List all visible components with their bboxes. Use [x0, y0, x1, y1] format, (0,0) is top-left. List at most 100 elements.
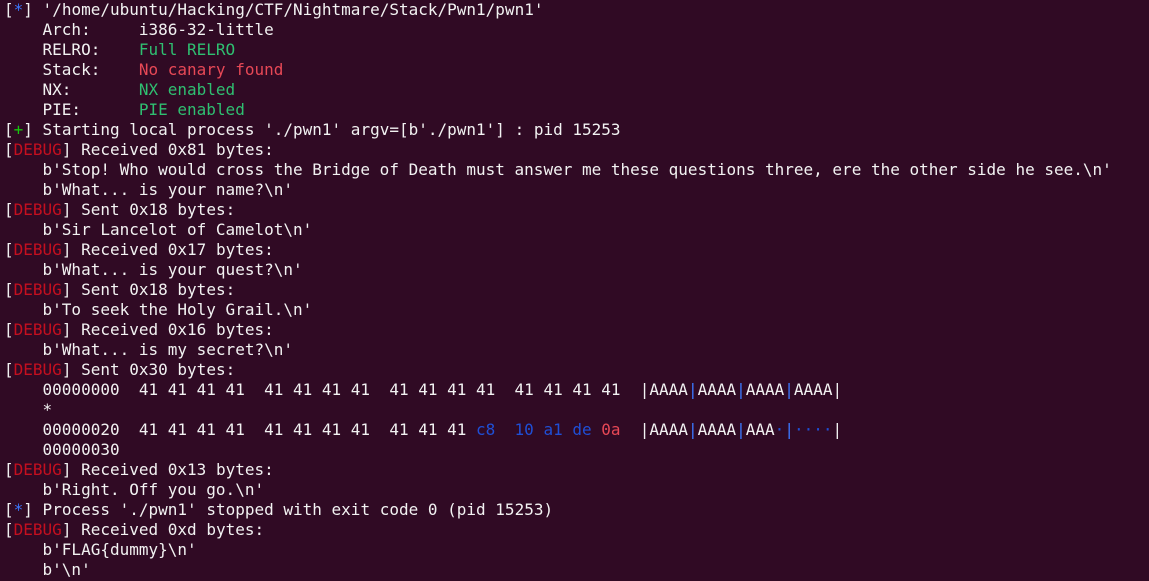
property-value: No canary found [138, 60, 284, 79]
terminal-line: 00000030 [0, 440, 1149, 460]
terminal-line: [DEBUG] Sent 0x30 bytes: [0, 360, 1149, 380]
debug-tag: DEBUG [13, 360, 62, 379]
terminal-line: [DEBUG] Received 0xd bytes: [0, 520, 1149, 540]
line-text: b'Stop! Who would cross the Bridge of De… [4, 160, 1112, 179]
property-key: RELRO: [4, 40, 139, 59]
bracket: [ [4, 520, 14, 539]
hex-ascii: ···· [793, 420, 833, 439]
property-key: PIE: [4, 100, 139, 119]
debug-tag: DEBUG [13, 200, 62, 219]
terminal-line: [DEBUG] Received 0x13 bytes: [0, 460, 1149, 480]
property-key: Arch: [4, 20, 139, 39]
terminal-line: b'Right. Off you go.\n' [0, 480, 1149, 500]
terminal-line: [DEBUG] Received 0x16 bytes: [0, 320, 1149, 340]
terminal-line: PIE: PIE enabled [0, 100, 1149, 120]
terminal-line: Arch: i386-32-little [0, 20, 1149, 40]
bracket: ] [61, 520, 72, 539]
line-text: * [4, 400, 53, 419]
bracket: ] [61, 280, 72, 299]
property-key: NX: [4, 80, 139, 99]
hex-offset: 00000000 [4, 380, 139, 399]
terminal-line: Stack: No canary found [0, 60, 1149, 80]
line-text: 00000030 [4, 440, 120, 459]
hex-ascii: AAAA [793, 380, 833, 399]
bracket: [ [4, 140, 14, 159]
hex-bar: | [639, 380, 650, 399]
bracket: ] [23, 0, 33, 19]
terminal-line: 00000000 41 41 41 41 41 41 41 41 41 41 4… [0, 380, 1149, 400]
status-marker: + [13, 120, 24, 139]
line-text: '/home/ubuntu/Hacking/CTF/Nightmare/Stac… [32, 0, 544, 19]
debug-tag: DEBUG [13, 460, 62, 479]
line-text: Received 0x13 bytes: [71, 460, 274, 479]
terminal-line: b'FLAG{dummy}\n' [0, 540, 1149, 560]
hex-bar: | [687, 420, 698, 439]
bracket: ] [61, 320, 72, 339]
line-text: Process './pwn1' stopped with exit code … [32, 500, 554, 519]
line-text: Sent 0x18 bytes: [71, 280, 236, 299]
line-text: b'What... is your quest?\n' [4, 260, 303, 279]
terminal-line: * [0, 400, 1149, 420]
hex-bar: | [639, 420, 650, 439]
bracket: [ [4, 280, 14, 299]
debug-tag: DEBUG [13, 520, 62, 539]
terminal-line: RELRO: Full RELRO [0, 40, 1149, 60]
hex-gap [621, 420, 640, 439]
bracket: ] [61, 360, 72, 379]
bracket: ] [23, 500, 33, 519]
hex-bar: | [687, 380, 698, 399]
line-text: Sent 0x30 bytes: [71, 360, 236, 379]
hex-bar: | [832, 380, 843, 399]
hex-bar: | [736, 420, 746, 439]
bracket: [ [4, 240, 14, 259]
line-text: b'Right. Off you go.\n' [4, 480, 265, 499]
property-value: PIE enabled [138, 100, 245, 119]
line-text: Received 0xd bytes: [71, 520, 265, 539]
debug-tag: DEBUG [13, 240, 62, 259]
terminal-line: NX: NX enabled [0, 80, 1149, 100]
hex-ascii: AAAA [697, 380, 737, 399]
bracket: ] [61, 200, 72, 219]
hex-ascii-dot: · [774, 420, 785, 439]
bracket: ] [23, 120, 33, 139]
debug-tag: DEBUG [13, 140, 62, 159]
line-text: b'Sir Lancelot of Camelot\n' [4, 220, 313, 239]
bracket: ] [61, 460, 72, 479]
terminal-line: [DEBUG] Received 0x81 bytes: [0, 140, 1149, 160]
line-text: Received 0x16 bytes: [71, 320, 274, 339]
bracket: [ [4, 0, 14, 19]
terminal-line: b'\n' [0, 560, 1149, 580]
terminal-line: b'Sir Lancelot of Camelot\n' [0, 220, 1149, 240]
bracket: [ [4, 500, 14, 519]
hex-offset: 00000020 [4, 420, 139, 439]
status-marker: * [13, 0, 24, 19]
line-text: b'FLAG{dummy}\n' [4, 540, 197, 559]
status-marker: * [13, 500, 24, 519]
line-text: Starting local process './pwn1' argv=[b'… [32, 120, 621, 139]
property-value: NX enabled [138, 80, 236, 99]
line-text: b'\n' [4, 560, 91, 579]
bracket: [ [4, 320, 14, 339]
line-text: b'What... is my secret?\n' [4, 340, 293, 359]
hex-bytes: 41 41 41 41 41 41 41 41 41 41 41 41 41 4… [138, 380, 640, 399]
line-text: Received 0x17 bytes: [71, 240, 274, 259]
terminal-line: b'What... is my secret?\n' [0, 340, 1149, 360]
debug-tag: DEBUG [13, 280, 62, 299]
terminal-line: [*] '/home/ubuntu/Hacking/CTF/Nightmare/… [0, 0, 1149, 20]
hex-bar: | [784, 380, 794, 399]
hex-ascii: AAA [745, 420, 775, 439]
hex-bar: | [832, 420, 843, 439]
hex-bar: | [784, 420, 794, 439]
hex-bytes-special: c8 10 a1 de [476, 420, 602, 439]
terminal-window[interactable]: [*] '/home/ubuntu/Hacking/CTF/Nightmare/… [0, 0, 1149, 581]
terminal-line: [+] Starting local process './pwn1' argv… [0, 120, 1149, 140]
hex-bytes: 41 41 41 41 41 41 41 41 41 41 41 [138, 420, 477, 439]
terminal-line: b'What... is your quest?\n' [0, 260, 1149, 280]
hex-ascii: AAAA [649, 420, 688, 439]
bracket: [ [4, 460, 14, 479]
hex-bar: | [736, 380, 746, 399]
property-key: Stack: [4, 60, 139, 79]
line-text: b'What... is your name?\n' [4, 180, 293, 199]
property-value: Full RELRO [138, 40, 236, 59]
bracket: ] [61, 240, 72, 259]
